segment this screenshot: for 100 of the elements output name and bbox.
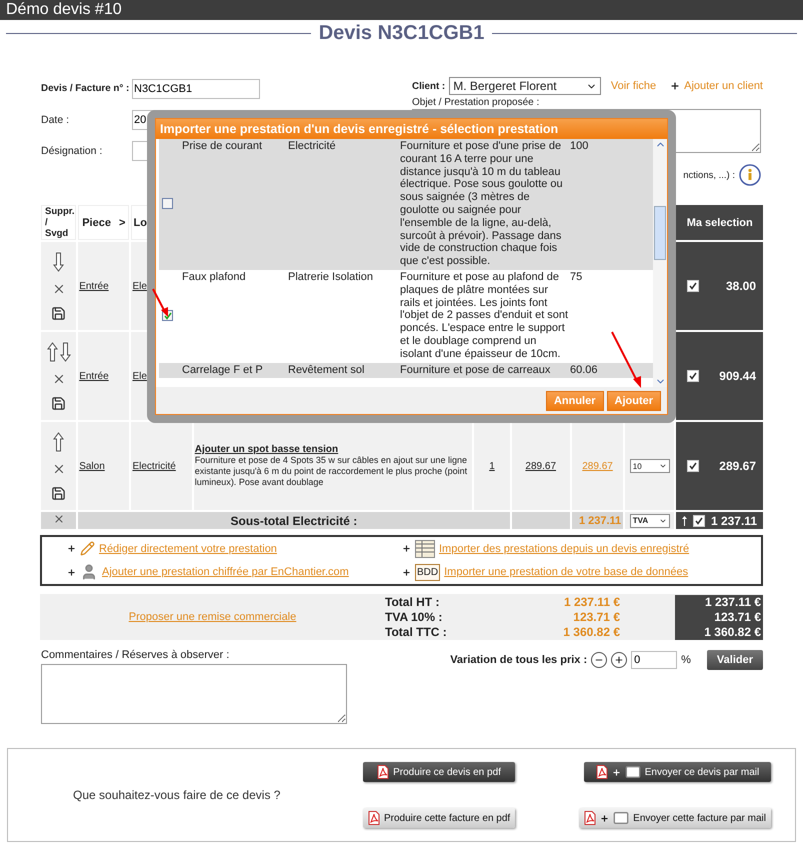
total-value: 1 360.82 €: [562, 625, 620, 639]
item-description: Fourniture et pose de carreaux: [400, 364, 552, 376]
delete-icon[interactable]: [52, 513, 65, 525]
annotation-arrow: [152, 288, 170, 318]
mail-icon: [624, 764, 641, 780]
plus-icon: [614, 655, 624, 665]
unit-label: %: [681, 654, 691, 666]
checkbox[interactable]: [693, 514, 706, 526]
up-arrow-icon: [682, 516, 688, 526]
up-arrow-icon[interactable]: [53, 432, 64, 452]
item-price: 100: [570, 140, 590, 153]
item-name: Prise de courant: [182, 140, 264, 153]
total-label: Total HT :: [385, 594, 440, 610]
question-text: Que souhaitez-vous faire de ce devis ?: [72, 788, 282, 802]
pdf-icon: [584, 811, 596, 825]
comments-field[interactable]: [41, 664, 347, 724]
item-category: Platrerie Isolation: [288, 270, 374, 284]
scrollbar[interactable]: [653, 139, 667, 387]
annotation-arrow: [611, 331, 643, 389]
plus-icon: [612, 768, 621, 776]
subtotal-label: Sous-total Electricité :: [78, 512, 510, 529]
send-mail-button[interactable]: Envoyer cette facture par mail: [579, 808, 771, 828]
pdf-icon: [368, 811, 380, 825]
field-label: Date :: [41, 114, 70, 126]
info-icon[interactable]: [739, 164, 761, 186]
item-category: Electricité: [288, 140, 337, 153]
field-label: Désignation :: [41, 144, 104, 156]
plus-icon: [670, 81, 680, 91]
item-name: Faux plafond: [182, 270, 247, 284]
selection-total: 1 237.11 €: [675, 594, 763, 610]
item-category: Revêtement sol: [288, 364, 366, 376]
pdf-button[interactable]: Produire cette facture en pdf: [363, 808, 516, 828]
checkbox[interactable]: [162, 198, 173, 210]
plus-icon: [600, 814, 610, 822]
hint-text: nctions, ...) :: [683, 170, 735, 180]
pdf-icon: [596, 765, 608, 779]
plus-button[interactable]: [611, 652, 628, 668]
plus-icon: [402, 568, 411, 577]
field-label: Client :: [412, 80, 446, 92]
item-price: 75: [570, 270, 584, 284]
total-label: TVA 10% :: [385, 610, 444, 624]
mail-icon: [613, 810, 630, 826]
plus-icon: [67, 544, 76, 554]
send-mail-button[interactable]: Envoyer ce devis par mail: [584, 762, 771, 782]
selection-total: 1 360.82 €: [675, 624, 763, 640]
variation-label: Variation de tous les prix :: [450, 654, 588, 666]
lot-link[interactable]: Ele: [132, 281, 147, 292]
selection-amount: 1 237.11: [710, 514, 757, 528]
item-description: Fourniture et pose de 4 Spots 35 w sur câbles en ajout sur une ligne existante jusqu'à 6 m du point de raccordement le plus proche (point lumineux). Pose avant doublage: [194, 455, 468, 488]
column-header: Suppr. / Svgd: [41, 205, 76, 240]
down-arrow-icon[interactable]: [60, 342, 71, 362]
up-arrow-icon[interactable]: [46, 342, 58, 362]
item-description: Fourniture et pose au plafond de plaques de plâtre montées sur rails et jointées. Les joints font l'objet de 2 passes d'enduit et sont poncés. L'espace entre le support et le doublage comprend un isolant d'une épaisseur de 10cm.: [400, 270, 570, 361]
database-badge: BDD: [415, 564, 440, 581]
client-select[interactable]: M. Bergeret Florent: [449, 77, 601, 95]
selection-amount: 38.00: [726, 279, 756, 293]
pdf-button[interactable]: Produire ce devis en pdf: [363, 762, 515, 782]
checkbox[interactable]: [687, 370, 700, 382]
plus-icon: [67, 568, 76, 577]
price-link[interactable]: 289.67: [525, 461, 556, 472]
subtotal-value: 1 237.11: [572, 512, 624, 529]
person-icon: [80, 563, 98, 582]
room-link[interactable]: Entrée: [79, 371, 109, 382]
save-icon[interactable]: [51, 396, 66, 410]
minus-button[interactable]: [591, 652, 608, 668]
item-title-link[interactable]: Ajouter un spot basse tension: [194, 444, 472, 455]
selection-total: 123.71 €: [675, 610, 763, 624]
column-header[interactable]: Piece >: [78, 205, 130, 240]
field-label: Commentaires / Réserves à observer :: [41, 649, 230, 661]
field-label: Devis / Facture n° :: [41, 83, 130, 94]
checkbox[interactable]: [687, 280, 700, 292]
room-link[interactable]: Salon: [79, 461, 105, 472]
quantity-link[interactable]: 1: [489, 461, 495, 472]
total-value: 123.71 €: [572, 610, 620, 624]
column-header: Ma selection: [676, 205, 763, 240]
chevron-icon: [658, 462, 667, 470]
down-arrow-icon[interactable]: [53, 252, 64, 272]
pdf-icon: [377, 765, 390, 779]
lot-link[interactable]: Ele: [132, 371, 147, 382]
variation-field[interactable]: 0: [631, 651, 678, 669]
total-value: 1 237.11 €: [562, 595, 620, 609]
plus-icon: [402, 544, 411, 554]
room-link[interactable]: Entrée: [79, 281, 109, 292]
total-label: Total TTC :: [385, 624, 448, 640]
lot-link[interactable]: Electricité: [132, 461, 176, 472]
checkbox[interactable]: [687, 460, 700, 472]
tva-select[interactable]: TVA: [630, 514, 670, 528]
save-icon[interactable]: [51, 306, 66, 320]
input-field[interactable]: N3C1CGB1: [132, 78, 260, 98]
item-name: Carrelage F et P: [182, 364, 264, 376]
item-description: Fourniture et pose d'une prise de courant 16 A terre pour une distance jusqu'à 10 m du tableau électrique. Pose sous goulotte ou sous saignée (3 mètres de goulotte ou saignée pour l'ensemble de la ligne, au-delà, surcoût à prévoir). Passage dans vide de construction chaque fois que c'est possible.: [400, 140, 564, 268]
page-heading: Devis N3C1CGB1: [318, 22, 484, 44]
item-price: 60.06: [570, 364, 599, 376]
scroll-thumb[interactable]: [654, 206, 666, 260]
save-icon[interactable]: [51, 486, 66, 500]
validate-button[interactable]: Valider: [706, 650, 763, 670]
selection-amount: 289.67: [719, 459, 756, 473]
table-icon: [415, 540, 435, 558]
tva-select[interactable]: 10: [630, 459, 670, 473]
window-title: Démo devis #10: [0, 0, 803, 20]
